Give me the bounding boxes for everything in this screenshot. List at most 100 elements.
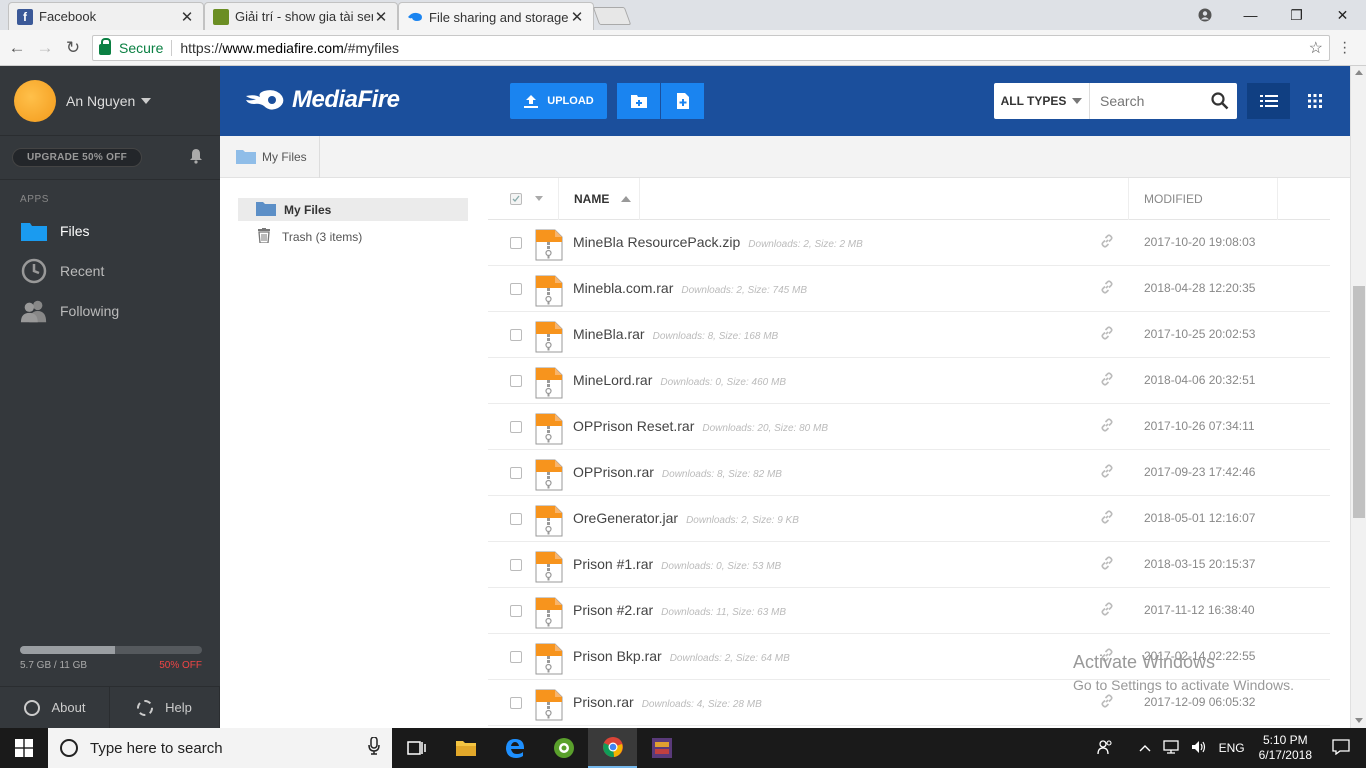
select-all-checkbox[interactable] bbox=[510, 193, 522, 205]
link-icon[interactable] bbox=[1100, 464, 1114, 481]
column-header-name[interactable]: NAME bbox=[558, 178, 640, 220]
file-name[interactable]: MineLord.rar Downloads: 0, Size: 460 MB bbox=[573, 372, 786, 388]
column-header-modified[interactable]: MODIFIED bbox=[1128, 178, 1278, 220]
type-filter-dropdown[interactable]: ALL TYPES bbox=[994, 83, 1090, 119]
close-window-button[interactable]: ✕ bbox=[1320, 0, 1365, 30]
microphone-icon[interactable] bbox=[368, 736, 380, 759]
row-checkbox[interactable] bbox=[510, 421, 522, 433]
maximize-button[interactable]: ❐ bbox=[1274, 0, 1319, 30]
bell-icon[interactable] bbox=[188, 148, 204, 168]
search-icon[interactable] bbox=[1203, 92, 1237, 110]
table-row[interactable]: OPPrison Reset.rar Downloads: 20, Size: 8… bbox=[488, 404, 1330, 450]
row-checkbox[interactable] bbox=[510, 329, 522, 341]
chrome-menu-icon[interactable]: · · · bbox=[1342, 35, 1347, 61]
link-icon[interactable] bbox=[1100, 556, 1114, 573]
taskbar-game[interactable] bbox=[637, 728, 686, 768]
table-row[interactable]: Prison #1.rar Downloads: 0, Size: 53 MB 2… bbox=[488, 542, 1330, 588]
table-row[interactable]: OPPrison.rar Downloads: 8, Size: 82 MB 20… bbox=[488, 450, 1330, 496]
file-name[interactable]: Prison #2.rar Downloads: 11, Size: 63 MB bbox=[573, 602, 786, 618]
row-checkbox[interactable] bbox=[510, 375, 522, 387]
taskbar-edge[interactable] bbox=[490, 728, 539, 768]
taskbar-search[interactable]: Type here to search bbox=[48, 728, 392, 768]
sidebar-item-recent[interactable]: Recent bbox=[0, 251, 220, 291]
link-icon[interactable] bbox=[1100, 234, 1114, 251]
about-link[interactable]: About bbox=[0, 687, 110, 728]
breadcrumb-my-files[interactable]: My Files bbox=[220, 135, 320, 178]
taskbar-app-green[interactable] bbox=[539, 728, 588, 768]
table-row[interactable]: Prison #2.rar Downloads: 11, Size: 63 MB … bbox=[488, 588, 1330, 634]
link-icon[interactable] bbox=[1100, 602, 1114, 619]
table-row[interactable]: MineBla ResourcePack.zip Downloads: 2, Si… bbox=[488, 220, 1330, 266]
file-name[interactable]: Minebla.com.rar Downloads: 2, Size: 745 M… bbox=[573, 280, 807, 296]
taskbar-clock[interactable]: 5:10 PM 6/17/2018 bbox=[1259, 733, 1312, 763]
sidebar-item-files[interactable]: Files bbox=[0, 211, 220, 251]
start-button[interactable] bbox=[0, 728, 48, 768]
scroll-down-icon[interactable] bbox=[1355, 718, 1363, 723]
new-tab-button[interactable] bbox=[592, 7, 632, 25]
upload-button[interactable]: UPLOAD bbox=[510, 83, 607, 119]
file-name[interactable]: MineBla ResourcePack.zip Downloads: 2, Si… bbox=[573, 234, 863, 250]
chevron-up-icon[interactable] bbox=[1139, 741, 1151, 755]
sidebar-item-following[interactable]: Following bbox=[0, 291, 220, 331]
link-icon[interactable] bbox=[1100, 694, 1114, 711]
tree-item-trash[interactable]: Trash (3 items) bbox=[238, 225, 468, 248]
file-name[interactable]: MineBla.rar Downloads: 8, Size: 168 MB bbox=[573, 326, 778, 342]
table-row[interactable]: OreGenerator.jar Downloads: 2, Size: 9 KB… bbox=[488, 496, 1330, 542]
upgrade-button[interactable]: UPGRADE 50% OFF bbox=[12, 148, 143, 167]
list-view-button[interactable] bbox=[1247, 83, 1290, 119]
close-icon[interactable]: ✕ bbox=[569, 8, 585, 26]
storage-offer[interactable]: 50% OFF bbox=[159, 660, 202, 671]
select-menu-chevron-icon[interactable] bbox=[535, 196, 543, 201]
new-file-button[interactable] bbox=[661, 83, 704, 119]
row-checkbox[interactable] bbox=[510, 651, 522, 663]
tab-mediafire[interactable]: File sharing and storage m ✕ bbox=[398, 2, 594, 31]
link-icon[interactable] bbox=[1100, 418, 1114, 435]
taskbar-chrome[interactable] bbox=[588, 728, 637, 768]
people-icon[interactable] bbox=[1096, 739, 1113, 758]
file-name[interactable]: Prison Bkp.rar Downloads: 2, Size: 64 MB bbox=[573, 648, 790, 664]
row-checkbox[interactable] bbox=[510, 513, 522, 525]
row-checkbox[interactable] bbox=[510, 697, 522, 709]
link-icon[interactable] bbox=[1100, 510, 1114, 527]
page-scrollbar[interactable] bbox=[1350, 66, 1366, 728]
row-checkbox[interactable] bbox=[510, 283, 522, 295]
row-checkbox[interactable] bbox=[510, 605, 522, 617]
link-icon[interactable] bbox=[1100, 280, 1114, 297]
new-folder-button[interactable] bbox=[617, 83, 660, 119]
row-checkbox[interactable] bbox=[510, 237, 522, 249]
file-name[interactable]: OPPrison.rar Downloads: 8, Size: 82 MB bbox=[573, 464, 782, 480]
file-name[interactable]: Prison #1.rar Downloads: 0, Size: 53 MB bbox=[573, 556, 781, 572]
tab-minecraft[interactable]: Giải trí - show gia tài serv ✕ bbox=[204, 2, 398, 30]
minimize-button[interactable]: — bbox=[1228, 0, 1273, 30]
action-center-icon[interactable] bbox=[1332, 738, 1350, 758]
link-icon[interactable] bbox=[1100, 372, 1114, 389]
file-name[interactable]: OreGenerator.jar Downloads: 2, Size: 9 KB bbox=[573, 510, 799, 526]
network-icon[interactable] bbox=[1162, 739, 1179, 757]
table-row[interactable]: Minebla.com.rar Downloads: 2, Size: 745 M… bbox=[488, 266, 1330, 312]
search-input[interactable] bbox=[1090, 84, 1203, 118]
file-name[interactable]: Prison.rar Downloads: 4, Size: 28 MB bbox=[573, 694, 762, 710]
tab-facebook[interactable]: f Facebook ✕ bbox=[8, 2, 204, 30]
close-icon[interactable]: ✕ bbox=[373, 8, 389, 26]
grid-view-button[interactable] bbox=[1293, 83, 1336, 119]
reload-button[interactable]: ↻ bbox=[62, 37, 84, 59]
table-row[interactable]: MineBla.rar Downloads: 8, Size: 168 MB 20… bbox=[488, 312, 1330, 358]
scroll-up-icon[interactable] bbox=[1355, 70, 1363, 75]
bookmark-star-icon[interactable]: ☆ bbox=[1309, 38, 1323, 58]
row-checkbox[interactable] bbox=[510, 559, 522, 571]
table-row[interactable]: MineLord.rar Downloads: 0, Size: 460 MB 2… bbox=[488, 358, 1330, 404]
volume-icon[interactable] bbox=[1191, 740, 1207, 757]
mediafire-logo[interactable]: MediaFire bbox=[244, 86, 400, 114]
file-name[interactable]: OPPrison Reset.rar Downloads: 20, Size: 8… bbox=[573, 418, 828, 434]
forward-button[interactable]: → bbox=[34, 37, 56, 59]
user-menu[interactable]: An Nguyen bbox=[0, 66, 220, 136]
tree-item-my-files[interactable]: My Files bbox=[238, 198, 468, 221]
help-link[interactable]: Help bbox=[110, 687, 220, 728]
row-checkbox[interactable] bbox=[510, 467, 522, 479]
taskbar-file-explorer[interactable] bbox=[441, 728, 490, 768]
scrollbar-thumb[interactable] bbox=[1353, 286, 1365, 518]
close-icon[interactable]: ✕ bbox=[179, 8, 195, 26]
link-icon[interactable] bbox=[1100, 326, 1114, 343]
back-button[interactable]: ← bbox=[6, 37, 28, 59]
profile-icon[interactable] bbox=[1182, 0, 1227, 30]
